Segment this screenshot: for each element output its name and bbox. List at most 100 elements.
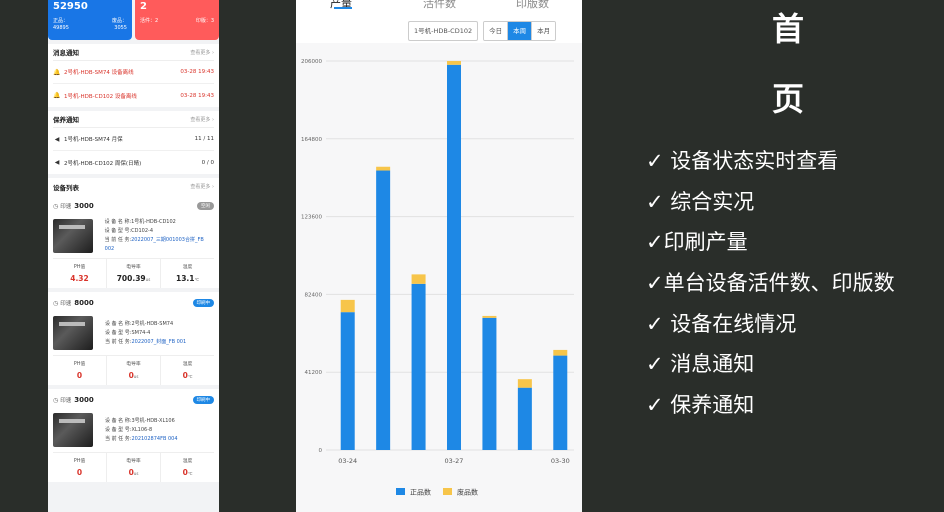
stacked-bar-chart: 0 41200 82400 123600 164800 206000 03-24 03-27 0… <box>301 59 574 497</box>
temperature-metric: 温度 0℃ <box>161 453 214 482</box>
device-model: SM74-4 <box>131 329 151 336</box>
bar-正品数-03-25[interactable] <box>376 170 391 450</box>
bar-正品数-03-26[interactable] <box>411 283 426 450</box>
legend-label[interactable]: 废品数 <box>457 488 478 497</box>
maintenance-progress: 11 / 11 <box>194 136 214 142</box>
bar-废品数-03-26[interactable] <box>411 274 426 284</box>
metric-value: 0 <box>76 371 83 380</box>
tab-jobs[interactable]: 活件数 <box>423 0 456 11</box>
metric-unit: us <box>145 277 151 282</box>
temperature-metric: 温度 0℃ <box>161 356 214 385</box>
ph-metric: PH值 0 <box>53 356 107 385</box>
message-more-link[interactable]: 查看更多 › <box>190 49 214 56</box>
device-card[interactable]: ◷ 印速 3000 印刷中设 备 名 称:3号机-HDB-XL106 设 备 型 号:X… <box>48 389 219 482</box>
waste-value: 3055 <box>114 25 127 31</box>
jobs-stat-card[interactable]: 2 活件：2 印版：3 <box>135 0 219 40</box>
metric-value: 0 <box>76 468 83 477</box>
alarm-bell-icon: 🔔 <box>53 68 61 76</box>
output-total: 52950 <box>53 1 88 12</box>
feature-panel: 首 页 ✓ 设备状态实时查看 ✓ 综合实况 ✓印刷产量 ✓单台设备活件数、印版数… <box>582 0 944 512</box>
device-model: XL106-8 <box>131 426 153 433</box>
bar-废品数-03-29[interactable] <box>517 379 532 388</box>
device-card[interactable]: ◷ 印速 3000 空闲设 备 名 称:1号机-HDB-CD102 设 备 型 号:CD… <box>48 195 219 288</box>
device-task[interactable]: 202102874FB 004 <box>131 436 177 442</box>
metric-label: 温度 <box>182 362 193 367</box>
bar-废品数-03-24[interactable] <box>340 299 355 313</box>
feature-item: ✓ 综合实况 <box>646 189 755 214</box>
tab-output[interactable]: 产量 <box>330 0 352 11</box>
maintenance-item[interactable]: ◀ 1号机-HDB-SM74 月保 11 / 11 <box>53 128 214 151</box>
status-badge: 印刷中 <box>192 299 214 307</box>
status-badge: 空闲 <box>197 202 214 210</box>
legend-label[interactable]: 正品数 <box>410 488 431 497</box>
waste-label: 废品： <box>111 18 127 24</box>
device-name: 3号机-HDB-XL106 <box>131 417 175 424</box>
x-tick-label: 03-24 <box>338 457 357 465</box>
bar-正品数-03-30[interactable] <box>553 355 568 450</box>
speed-value: 3000 <box>74 396 94 404</box>
metric-unit: ℃ <box>187 374 193 379</box>
message-time: 03-28 19:43 <box>180 69 214 75</box>
bar-废品数-03-25[interactable] <box>376 166 391 171</box>
temperature-metric: 温度 13.1℃ <box>161 259 214 288</box>
title-char-1: 首 <box>771 10 804 48</box>
message-section: 消息通知 查看更多 › 🔔 2号机-HDB-SM74 设备离线 03-28 19:4… <box>48 44 219 107</box>
maintenance-item[interactable]: ◀ 2号机-HDB-CD102 周保(日睛) 0 / 0 <box>53 151 214 174</box>
good-label: 正品： <box>53 18 69 24</box>
speed-value: 8000 <box>74 299 94 307</box>
device-info: 设 备 名 称:1号机-HDB-CD102 设 备 型 号:CD102-4 当 前 … <box>105 218 214 254</box>
task-label: 当 前 任 务: <box>105 435 132 442</box>
bar-正品数-03-24[interactable] <box>340 312 355 450</box>
plates-label: 印版：3 <box>195 18 214 24</box>
bar-废品数-03-27[interactable] <box>447 61 461 65</box>
period-today[interactable]: 今日 <box>484 22 509 40</box>
bar-废品数-03-30[interactable] <box>553 349 568 356</box>
feature-item: ✓ 消息通知 <box>646 352 755 377</box>
message-section-title: 消息通知 <box>53 49 79 57</box>
maintenance-progress: 0 / 0 <box>201 159 214 166</box>
maintenance-section-title: 保养通知 <box>53 116 79 124</box>
device-more-link[interactable]: 查看更多 › <box>190 183 214 190</box>
bar-正品数-03-27[interactable] <box>447 64 461 450</box>
device-section: 设备列表 查看更多 › <box>48 178 219 195</box>
output-stat-card[interactable]: 52950 正品： 废品： 49895 3055 <box>48 0 132 40</box>
device-section-title: 设备列表 <box>53 183 79 192</box>
speed-icon: ◷ <box>53 396 59 404</box>
device-task[interactable]: 2022007_封面_FB 001 <box>131 339 186 345</box>
message-item[interactable]: 🔔 2号机-HDB-SM74 设备离线 03-28 19:43 <box>53 61 214 84</box>
device-info: 设 备 名 称:3号机-HDB-XL106 设 备 型 号:XL106-8 当 前 … <box>105 417 178 444</box>
name-label: 设 备 名 称: <box>105 417 132 424</box>
tab-plates[interactable]: 印版数 <box>516 0 549 11</box>
status-badge: 印刷中 <box>192 396 214 404</box>
bar-废品数-03-28[interactable] <box>482 315 497 318</box>
period-this-week[interactable]: 本周 <box>508 22 533 40</box>
metric-value: 700.39 <box>116 274 146 283</box>
device-select[interactable]: 1号机-HDB-CD102 <box>408 21 479 41</box>
speed-value: 3000 <box>74 202 94 210</box>
ph-metric: PH值 4.32 <box>53 259 107 288</box>
chart-filters: 1号机-HDB-CD102 今日 本周 本月 <box>408 21 557 41</box>
chart-screen: 产量 活件数 印版数 1号机-HDB-CD102 今日 本周 本月 0 41200… <box>296 0 582 512</box>
device-metrics: PH值 0 电导率 0us 温度 0℃ <box>53 355 214 385</box>
legend-swatch[interactable] <box>396 488 405 495</box>
message-item[interactable]: 🔔 1号机-HDB-CD102 设备离线 03-28 19:43 <box>53 84 214 107</box>
bar-正品数-03-28[interactable] <box>482 317 497 450</box>
legend-swatch[interactable] <box>443 488 452 495</box>
speed-label: 印速 <box>60 204 72 210</box>
jobs-label: 活件：2 <box>140 18 159 24</box>
maintenance-section: 保养通知 查看更多 › ◀ 1号机-HDB-SM74 月保 11 / 11 ◀ 2号机-… <box>48 111 219 174</box>
name-label: 设 备 名 称: <box>105 320 132 327</box>
maintenance-more-link[interactable]: 查看更多 › <box>190 116 214 123</box>
device-card[interactable]: ◷ 印速 8000 印刷中设 备 名 称:2号机-HDB-SM74 设 备 型 号:SM… <box>48 292 219 385</box>
period-this-month[interactable]: 本月 <box>532 22 556 40</box>
bar-正品数-03-29[interactable] <box>517 387 532 450</box>
feature-item: ✓ 设备在线情况 <box>646 311 797 336</box>
metric-label: 电导率 <box>126 265 141 270</box>
printing-press-image <box>53 316 93 350</box>
device-metrics: PH值 0 电导率 0us 温度 0℃ <box>53 452 214 482</box>
chart-tabs: 产量 活件数 印版数 <box>296 0 582 13</box>
y-tick-label: 41200 <box>305 370 323 376</box>
feature-item: ✓单台设备活件数、印版数 <box>646 271 895 296</box>
metric-label: 电导率 <box>126 362 141 367</box>
message-text: 2号机-HDB-SM74 设备离线 <box>64 70 134 76</box>
